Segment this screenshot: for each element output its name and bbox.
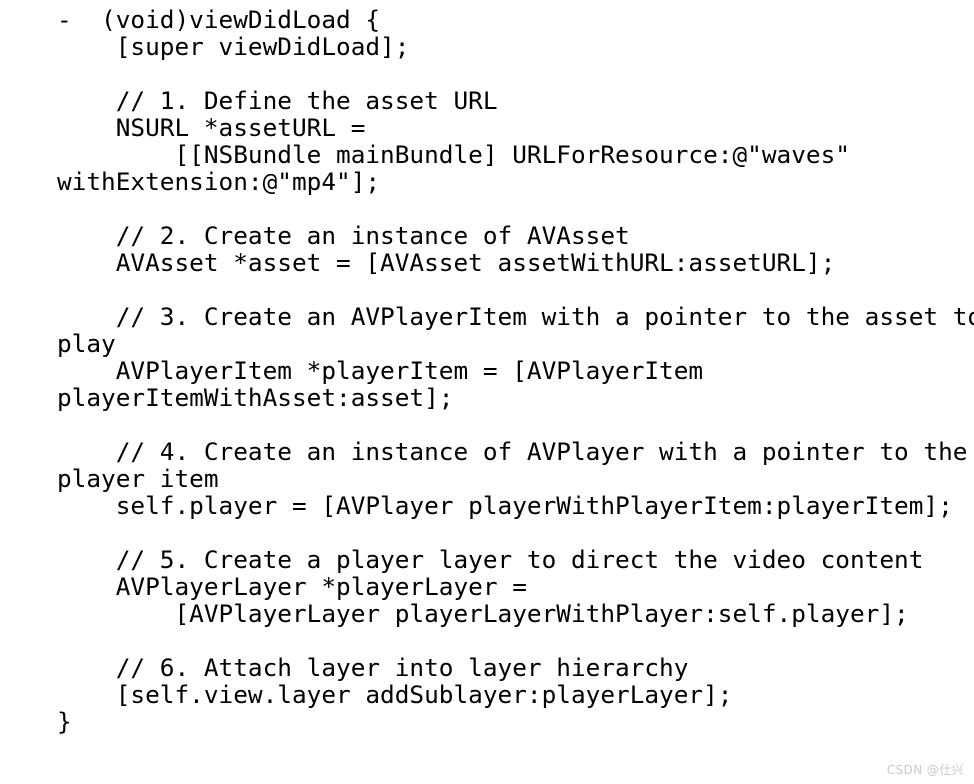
code-line: } <box>57 707 72 736</box>
code-line: NSURL *assetURL = <box>57 113 366 142</box>
code-line: playerItemWithAsset:asset]; <box>57 383 454 412</box>
code-line: [self.view.layer addSublayer:playerLayer… <box>57 680 733 709</box>
code-line: AVPlayerLayer *playerLayer = <box>57 572 527 601</box>
csdn-watermark: CSDN @仕兴 <box>886 763 964 777</box>
code-line: [AVPlayerLayer playerLayerWithPlayer:sel… <box>57 599 909 628</box>
code-line: play <box>57 329 116 358</box>
code-line: // 4. Create an instance of AVPlayer wit… <box>57 437 968 466</box>
code-line: // 1. Define the asset URL <box>57 86 498 115</box>
code-line: AVAsset *asset = [AVAsset assetWithURL:a… <box>57 248 836 277</box>
code-line: withExtension:@"mp4"]; <box>57 167 381 196</box>
code-line: self.player = [AVPlayer playerWithPlayer… <box>57 491 953 520</box>
code-line: [super viewDidLoad]; <box>57 32 410 61</box>
code-line: [[NSBundle mainBundle] URLForResource:@"… <box>57 140 850 169</box>
code-line: // 3. Create an AVPlayerItem with a poin… <box>57 302 974 331</box>
code-line: - (void)viewDidLoad { <box>57 5 381 34</box>
code-line: // 5. Create a player layer to direct th… <box>57 545 924 574</box>
code-line: // 2. Create an instance of AVAsset <box>57 221 630 250</box>
code-line: // 6. Attach layer into layer hierarchy <box>57 653 689 682</box>
code-line: player item <box>57 464 219 493</box>
code-line: AVPlayerItem *playerItem = [AVPlayerItem <box>57 356 704 385</box>
code-block: - (void)viewDidLoad { [super viewDidLoad… <box>0 0 974 752</box>
